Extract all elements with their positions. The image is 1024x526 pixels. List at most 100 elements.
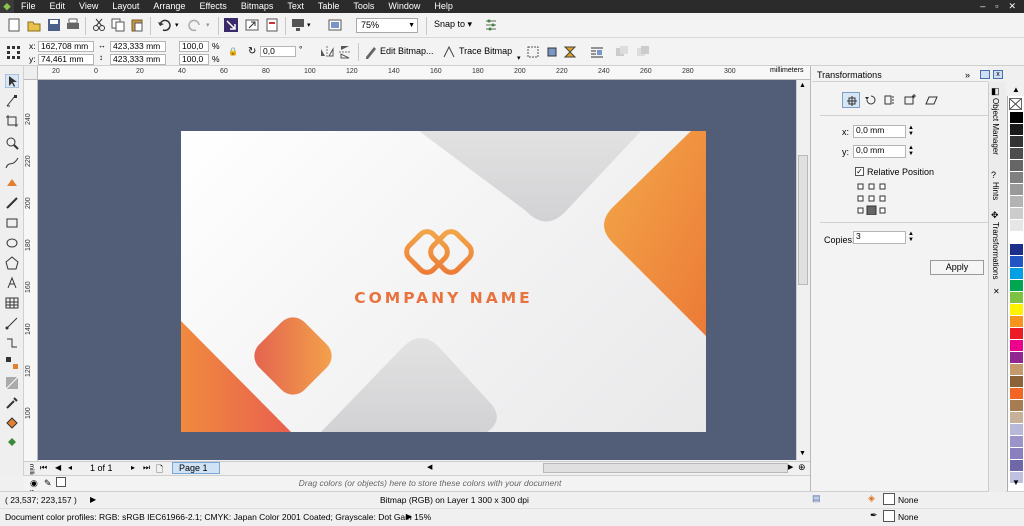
relative-position-checkbox[interactable]: ✓ [855,167,864,176]
apply-button[interactable]: Apply [930,260,984,275]
docker-restore-icon[interactable] [980,70,990,79]
wrap-text-icon[interactable] [590,45,604,59]
size-transform-icon[interactable] [902,92,920,108]
menu-file[interactable]: File [14,0,43,13]
import-icon[interactable] [224,18,238,32]
palette-swatch[interactable] [1010,292,1023,304]
business-card-page[interactable]: COMPANY NAME [181,131,706,432]
mirror-vertical-icon[interactable] [338,45,352,59]
crop-bitmap-icon[interactable] [526,45,540,59]
next-page-icon[interactable]: ▸ [131,463,135,472]
docker-y-field[interactable]: 0,0 mm [853,145,906,158]
scroll-up-icon[interactable]: ▲ [799,82,806,89]
docker-close-icon[interactable]: x [993,70,1003,79]
eyedropper-tool-icon[interactable] [5,396,19,410]
object-origin-icon[interactable] [6,45,20,59]
snap-to-button[interactable]: Snap to ▾ [434,19,472,30]
first-page-icon[interactable]: ⏮ [40,463,47,473]
close-button[interactable]: ✕ [1008,1,1016,12]
navigator-icon[interactable]: ⊕ [798,462,806,473]
palette-swatch[interactable] [1010,256,1023,268]
color-proof-icon[interactable]: ▤ [812,493,821,504]
full-screen-preview-icon[interactable] [328,18,342,32]
palette-scroll-up-icon[interactable]: ▲ [1012,85,1020,94]
page-tab[interactable]: Page 1 [172,462,220,474]
menu-bitmaps[interactable]: Bitmaps [234,0,281,13]
ellipse-tool-icon[interactable] [5,236,19,250]
interactive-fill-icon[interactable] [5,416,19,430]
edit-bitmap-button[interactable]: Edit Bitmap... [380,46,434,56]
print-icon[interactable] [66,18,80,32]
restore-button[interactable]: ▫ [995,1,998,12]
menu-effects[interactable]: Effects [192,0,233,13]
pick-tool-icon[interactable] [5,74,19,88]
palette-swatch[interactable] [1010,448,1023,460]
palette-swatch[interactable] [1010,112,1023,124]
palette-swatch[interactable] [1010,304,1023,316]
resample-icon[interactable] [545,45,559,59]
smart-fill-tool-icon[interactable] [5,176,19,190]
horizontal-scroll-thumb[interactable] [543,463,788,473]
docker-collapse-icon[interactable]: » [965,70,970,80]
last-page-icon[interactable]: ⏭ [143,463,150,473]
tab-hints[interactable]: Hints [991,182,1000,200]
paste-icon[interactable] [130,18,144,32]
export-icon[interactable] [245,18,259,32]
artistic-media-icon[interactable] [5,196,19,210]
palette-swatch[interactable] [1010,340,1023,352]
undo-dropdown-icon[interactable]: ▾ [175,21,179,29]
scroll-left-icon[interactable]: ◀ [427,463,432,471]
x-spinner-icon[interactable]: ▲ ▼ [908,125,914,137]
redo-dropdown-icon[interactable]: ▾ [206,21,210,29]
ruler-origin[interactable] [24,66,38,80]
skew-transform-icon[interactable] [922,92,940,108]
connector-tool-icon[interactable] [5,336,19,350]
vertical-scroll-thumb[interactable] [798,155,808,285]
options-icon[interactable] [484,18,498,32]
palette-swatch[interactable] [1010,136,1023,148]
tab-transformations[interactable]: Transformations [991,222,1000,280]
new-document-icon[interactable] [7,18,21,32]
menu-tools[interactable]: Tools [346,0,381,13]
rectangle-tool-icon[interactable] [5,216,19,230]
zoom-level-select[interactable]: 75% ▼ [356,18,418,33]
mirror-horizontal-icon[interactable] [320,45,334,59]
palette-scroll-down-icon[interactable]: ▼ [1012,478,1020,487]
rotate-transform-icon[interactable] [862,92,880,108]
transparency-tool-icon[interactable] [5,376,19,390]
palette-swatch[interactable] [1010,280,1023,292]
tab-object-manager[interactable]: Object Manager [991,98,1000,155]
lock-ratio-icon[interactable]: 🔒 [228,47,238,56]
anchor-point-grid[interactable] [857,183,887,215]
copy-icon[interactable] [111,18,125,32]
app-launcher-icon[interactable] [291,18,305,32]
minimize-button[interactable]: – [980,1,985,12]
palette-swatch[interactable] [1010,460,1023,472]
cut-icon[interactable] [92,18,106,32]
status-expand-icon[interactable]: ▶ [90,495,96,504]
menu-arrange[interactable]: Arrange [146,0,192,13]
tab-close-icon[interactable]: ✕ [993,287,1000,296]
text-tool-icon[interactable] [5,276,19,290]
vertical-ruler[interactable]: 240 220 200 180 160 140 120 100 [24,80,38,461]
no-color-palette-swatch[interactable] [1009,98,1022,110]
parallel-dimension-icon[interactable] [5,316,19,330]
profiles-expand-icon[interactable]: ▶ [406,512,412,521]
palette-swatch[interactable] [1010,172,1023,184]
menu-layout[interactable]: Layout [105,0,146,13]
palette-swatch[interactable] [1010,148,1023,160]
trace-dropdown-icon[interactable]: ▾ [517,54,521,62]
fill-none-swatch[interactable] [883,493,895,505]
menu-edit[interactable]: Edit [43,0,73,13]
shape-tool-icon[interactable] [5,94,19,108]
y-position-field[interactable]: 74,461 mm [38,54,94,65]
x-position-field[interactable]: 162,708 mm [38,41,94,52]
palette-swatch[interactable] [1010,124,1023,136]
scroll-down-icon[interactable]: ▼ [799,450,806,457]
palette-swatch[interactable] [1010,328,1023,340]
height-field[interactable]: 423,333 mm [110,54,166,65]
scale-y-field[interactable]: 100,0 [179,54,209,65]
menu-text[interactable]: Text [280,0,311,13]
blend-tool-icon[interactable] [5,356,19,370]
publish-pdf-icon[interactable] [265,18,279,32]
